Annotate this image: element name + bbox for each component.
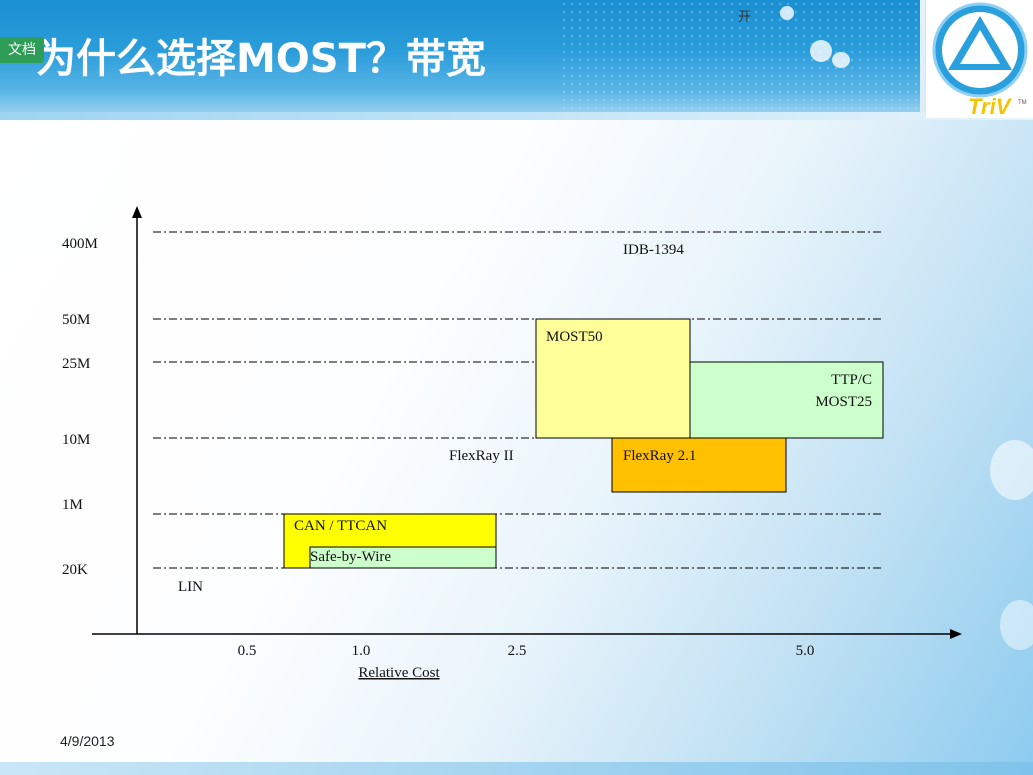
x-axis-arrow	[950, 629, 962, 639]
slide: 为什么选择MOST？带宽 文档 开 TriV TM LIN CAN / TTCAN…	[0, 0, 1033, 775]
x-tick-label: 2.5	[508, 643, 527, 659]
chart-box-label: LIN	[178, 579, 203, 595]
chart-box-label: MOST25	[815, 394, 872, 410]
x-tick-label: 0.5	[238, 643, 257, 659]
y-tick-label: 10M	[62, 432, 90, 448]
chart-box-label: FlexRay 2.1	[623, 448, 696, 464]
y-tick-label: 400M	[62, 236, 98, 252]
y-tick-label: 50M	[62, 312, 90, 328]
chart-box-label: Safe-by-Wire	[310, 549, 391, 565]
y-tick-label: 1M	[62, 497, 83, 513]
chart-box-5	[611, 437, 787, 493]
date-label: 4/9/2013	[60, 733, 115, 749]
chart-box-label: MOST50	[546, 329, 603, 345]
y-tick-label: 20K	[62, 562, 88, 578]
chart-box-label: IDB-1394	[623, 242, 684, 258]
chart-box-label: TTP/C	[831, 372, 872, 388]
chart-box-label: CAN / TTCAN	[294, 518, 387, 534]
chart-box-label: FlexRay II	[449, 448, 514, 464]
x-axis-label: Relative Cost	[358, 665, 440, 681]
x-tick-label: 1.0	[352, 643, 371, 659]
y-tick-label: 25M	[62, 356, 90, 372]
x-tick-label: 5.0	[796, 643, 815, 659]
footer-bar	[0, 762, 1033, 775]
bandwidth-cost-chart: LIN CAN / TTCAN Safe-by-Wire FlexRay II Flex…	[62, 206, 962, 681]
y-axis-arrow	[132, 206, 142, 218]
